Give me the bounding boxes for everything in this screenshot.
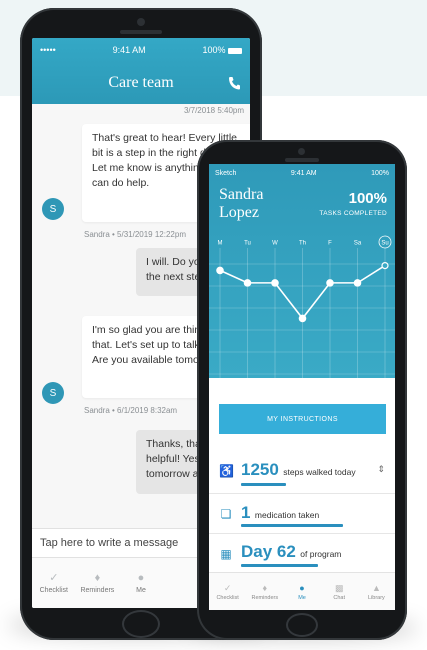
- list-item[interactable]: ▦ Day 62 of program: [209, 534, 395, 572]
- day-label: W: [272, 241, 278, 247]
- signal-carrier: Sketch: [215, 170, 237, 177]
- profile-screen: Sketch 9:41 AM 100% Sandra Lopez 100% TAS…: [209, 164, 395, 610]
- progress-bar: [241, 483, 286, 486]
- list-item[interactable]: ♿ 1250 steps walked today ⇕: [209, 450, 395, 494]
- list-item[interactable]: ❏ 1 medication taken: [209, 494, 395, 534]
- user-name: Sandra Lopez: [219, 186, 263, 222]
- tab-library[interactable]: ▲ Library: [358, 573, 395, 610]
- chevron-updown-icon[interactable]: ⇕: [377, 464, 385, 475]
- tab-label: Checklist: [216, 594, 239, 601]
- weekly-progress-chart: M Tu W Th F Sa Su: [209, 235, 395, 378]
- pill-icon: ❏: [220, 507, 232, 521]
- calendar-icon: ▦: [220, 547, 232, 561]
- home-button[interactable]: [122, 610, 160, 638]
- profile-phone: Sketch 9:41 AM 100% Sandra Lopez 100% TAS…: [197, 140, 407, 640]
- day-label: Tu: [244, 241, 251, 247]
- battery-status: 100%: [202, 45, 242, 55]
- avatar: S: [42, 198, 64, 220]
- front-camera: [137, 18, 145, 26]
- tab-label: Chat: [333, 594, 346, 601]
- stat-value: 1250: [241, 460, 279, 479]
- speaker-grille: [285, 158, 319, 162]
- day-label: Sa: [354, 241, 362, 247]
- stat-value: Day 62: [241, 542, 296, 561]
- tab-reminders[interactable]: ♦ Reminders: [246, 573, 283, 610]
- book-icon: ▲: [371, 582, 381, 593]
- data-point: [381, 262, 389, 270]
- check-icon: ✓: [223, 582, 232, 593]
- person-icon: ●: [299, 582, 305, 593]
- stat-label: steps walked today: [283, 467, 356, 477]
- battery-label: 100%: [202, 45, 226, 55]
- data-point: [326, 279, 334, 287]
- tab-label: Reminders: [80, 587, 115, 594]
- check-icon: ✓: [49, 572, 59, 584]
- message-timestamp: 3/7/2018 5:40pm: [183, 106, 244, 115]
- progress-bar: [241, 524, 343, 527]
- home-button[interactable]: [286, 613, 318, 637]
- stat-label: medication taken: [254, 510, 320, 520]
- data-point: [271, 279, 279, 287]
- bell-icon: ♦: [262, 582, 268, 593]
- last-name: Lopez: [219, 204, 259, 221]
- status-bar: Sketch 9:41 AM 100%: [215, 170, 389, 177]
- person-icon: ●: [137, 572, 145, 584]
- tasks-percent: 100%: [348, 190, 387, 207]
- tab-checklist[interactable]: ✓ Checklist: [209, 573, 246, 610]
- first-name: Sandra: [219, 186, 264, 203]
- page-title: Care team: [108, 74, 174, 91]
- status-time: 9:41 AM: [290, 170, 317, 177]
- tab-bar: ✓ Checklist ♦ Reminders ● Me ▩ Chat ▲ Library: [209, 572, 395, 610]
- my-instructions-button[interactable]: MY INSTRUCTIONS: [219, 404, 386, 434]
- avatar: S: [42, 382, 64, 404]
- progress-header: Sketch 9:41 AM 100% Sandra Lopez 100% TAS…: [209, 164, 395, 378]
- day-label: Su: [381, 241, 388, 247]
- tab-label: Reminders: [251, 594, 279, 601]
- battery-icon: [228, 47, 242, 54]
- tab-label: Library: [368, 594, 385, 601]
- bell-icon: ♦: [94, 572, 101, 584]
- signal-carrier: •••••: [40, 45, 56, 55]
- tab-me[interactable]: ● Me: [119, 558, 163, 608]
- tasks-label: TASKS COMPLETED: [319, 210, 387, 217]
- chat-icon: ▩: [334, 582, 344, 593]
- message-meta: Sandra • 5/31/2019 12:22pm: [84, 230, 186, 239]
- speaker-grille: [120, 30, 162, 34]
- data-point: [216, 266, 224, 275]
- battery-label: 100%: [371, 170, 389, 177]
- front-camera: [298, 148, 305, 155]
- data-point: [353, 279, 362, 287]
- day-label: M: [218, 241, 223, 247]
- tab-me[interactable]: ● Me: [283, 573, 320, 610]
- day-label: Th: [299, 241, 306, 247]
- tab-chat[interactable]: ▩ Chat: [321, 573, 358, 610]
- progress-bar: [241, 564, 318, 567]
- message-meta: Sandra • 6/1/2019 8:32am: [84, 406, 178, 415]
- tab-reminders[interactable]: ♦ Reminders: [76, 558, 120, 608]
- tab-label: Me: [298, 594, 306, 601]
- data-point: [243, 279, 252, 287]
- chat-header: ••••• 9:41 AM 100% Care team: [32, 38, 250, 104]
- stat-label: of program: [300, 549, 342, 559]
- tab-checklist[interactable]: ✓ Checklist: [32, 558, 76, 608]
- tab-label: Checklist: [39, 587, 68, 594]
- status-bar: ••••• 9:41 AM 100%: [40, 44, 242, 56]
- tab-label: Me: [136, 587, 146, 594]
- stat-value: 1: [241, 503, 251, 522]
- day-label: F: [328, 241, 332, 247]
- phone-call-icon[interactable]: [228, 76, 240, 90]
- walking-icon: ♿: [219, 464, 234, 478]
- status-time: 9:41 AM: [112, 45, 146, 55]
- data-point: [298, 314, 307, 323]
